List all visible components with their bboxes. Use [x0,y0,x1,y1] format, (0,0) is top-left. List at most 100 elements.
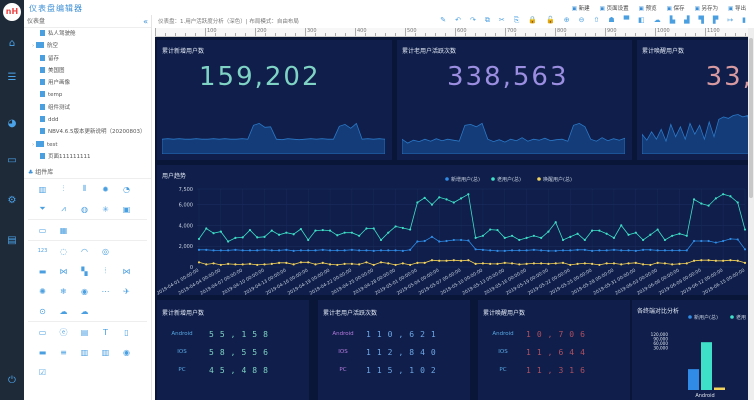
tool-icon[interactable]: ✎ [440,16,446,25]
settings-cogs-icon[interactable]: ⚙ [0,195,24,206]
collapse-sidebar-icon[interactable]: « [143,15,148,28]
component-icon[interactable]: ◍ [74,205,95,214]
tool-icon[interactable]: ▀ [624,16,629,25]
home-icon[interactable]: ⌂ [0,38,24,49]
tool-icon[interactable]: ▛ [713,16,718,25]
tool-icon[interactable]: 🔒 [528,16,537,25]
terminal-comparison-card[interactable]: 各终端对比分析 新用户(总) 老用 120,000 90,000 60,000 30,00… [632,300,748,400]
legend-label[interactable]: 新增用户(总) [451,176,480,183]
component-icon[interactable]: ▦ [53,226,74,235]
component-icon[interactable]: ▭ [32,328,53,337]
legend-label[interactable]: 唤醒用户(总) [543,176,572,183]
component-icon[interactable]: ⊙ [32,307,53,316]
tool-icon[interactable]: ⊖ [579,16,585,25]
tool-icon[interactable]: ↦ [727,16,733,25]
component-icon[interactable]: ✈ [116,287,137,296]
kpi-card[interactable]: 累计唤醒用户数 33, [637,40,748,160]
component-icon[interactable]: ⋯ [95,287,116,296]
component-icon[interactable]: ▥ [95,348,116,357]
legend-label[interactable]: 老用户(总) [497,176,521,183]
component-icon[interactable]: ⦀ [74,184,95,194]
pdf-file-icon[interactable]: ▤ [0,235,24,246]
component-icon[interactable]: ⩘ [53,204,74,214]
component-icon[interactable]: ⋈ [53,267,74,276]
tree-item[interactable]: 组件测试 [24,102,151,114]
kpi-card[interactable]: 累计老用户活跃次数 338,563 [397,40,632,160]
save-as-button[interactable]: ▣ 另存为 [695,4,718,12]
breakdown-card[interactable]: 累计新增用户数 Android 55,158 IOS 58,556 PC 45,488 [157,300,309,400]
legend-label[interactable]: 老用 [736,314,746,321]
scrollbar-thumb[interactable] [749,38,753,198]
component-icon[interactable]: ▯ [116,328,137,337]
tool-icon[interactable]: 🔓 [546,16,555,25]
tool-icon[interactable]: ▜ [698,16,703,25]
tree-item[interactable]: temp [24,89,151,101]
component-icon[interactable]: ⦙ [95,266,116,276]
breakdown-card[interactable]: 累计老用户活跃次数 Android 110,621 IOS 112,840 PC 115,1… [318,300,470,400]
export-button[interactable]: ▣ 导出 [728,4,746,12]
tool-icon[interactable]: ☗ [608,16,614,25]
tool-icon[interactable]: ◧ [638,16,645,25]
component-icon[interactable]: ✺ [32,287,53,296]
component-icon[interactable]: ✹ [95,185,116,194]
component-icon[interactable]: 123 [32,248,53,254]
tree-item[interactable]: ddd [24,114,151,126]
vertical-scrollbar[interactable] [748,28,754,400]
component-icon[interactable]: ▬ [32,267,53,276]
component-icon[interactable]: ◎ [95,247,116,256]
component-icon[interactable]: ◌ [53,247,74,256]
power-icon[interactable]: ⏻ [0,375,24,386]
component-icon[interactable]: ◠ [74,247,95,256]
component-library-header[interactable]: ♣ 组件库 [24,167,151,180]
component-icon[interactable]: ▥ [32,185,53,194]
tool-icon[interactable]: ⇧ [594,16,600,25]
tree-item[interactable]: 私人驾驶舱 [24,28,151,40]
component-icon[interactable]: ⏷ [32,204,53,214]
component-icon[interactable]: ✳ [95,205,116,214]
tool-icon[interactable]: ▙ [670,16,675,25]
tool-icon[interactable]: ↶ [455,16,461,25]
component-icon[interactable]: ▥ [74,348,95,357]
component-icon[interactable]: ▬ [32,348,53,357]
component-icon[interactable]: ⋈ [116,267,137,276]
tool-icon[interactable]: ✂ [499,16,505,25]
component-icon[interactable]: ◉ [116,348,137,357]
component-icon[interactable]: ◔ [116,185,137,194]
dashboard-gauge-icon[interactable]: ◕ [0,118,24,129]
tree-item[interactable]: 页面111111111 [24,151,151,163]
tool-icon[interactable]: ⎘ [514,16,520,25]
tool-icon[interactable]: ☁ [654,16,661,25]
component-icon[interactable]: ☑ [32,368,53,377]
save-button[interactable]: ▣ 保存 [667,4,685,12]
kpi-card[interactable]: 累计新增用户数 159,202 [157,40,392,160]
new-button[interactable]: ▣ 新建 [572,4,590,12]
component-icon[interactable]: ❄ [53,287,74,296]
preview-eye-button[interactable]: ▣ 预览 [639,4,657,12]
tool-icon[interactable]: ↷ [470,16,476,25]
legend-label[interactable]: 新用户(总) [694,314,718,321]
component-icon[interactable]: T [95,328,116,337]
component-icon[interactable]: ▚ [74,267,95,276]
tree-item[interactable]: 用户画像 [24,77,151,89]
page-settings-button[interactable]: ▣ 页面设置 [600,4,629,12]
breakdown-card[interactable]: 累计唤醒用户数 Android 10,706 IOS 11,644 PC 11,316 [478,300,630,400]
tree-item[interactable]: 留存 [24,53,151,65]
component-icon[interactable]: ▤ [74,328,95,337]
tree-item[interactable]: › test [24,139,151,151]
component-icon[interactable]: ◉ [74,287,95,296]
tool-icon[interactable]: ▟ [684,16,689,25]
component-icon[interactable]: ☁ [74,307,95,316]
component-icon[interactable]: ▭ [32,226,53,235]
component-icon[interactable]: ▣ [116,205,137,214]
component-icon[interactable]: ⫶ [53,184,74,194]
monitor-icon[interactable]: ▭ [0,155,24,166]
user-trend-card[interactable]: 用户趋势 0 2,000 4,000 6,000 7,500 2019-04-01 00:… [157,165,748,295]
component-icon[interactable]: ☁ [53,307,74,316]
tree-item[interactable]: 美国图 [24,65,151,77]
database-icon[interactable]: ☰ [0,72,24,83]
component-icon[interactable]: ≡ [53,348,74,357]
tool-icon[interactable]: ⊕ [564,16,570,25]
tool-icon[interactable]: ⧉ [485,16,490,25]
tree-item[interactable]: NBV4.6.5版本更新说明（20200803） [24,126,151,138]
component-icon[interactable]: ⓔ [53,327,74,338]
